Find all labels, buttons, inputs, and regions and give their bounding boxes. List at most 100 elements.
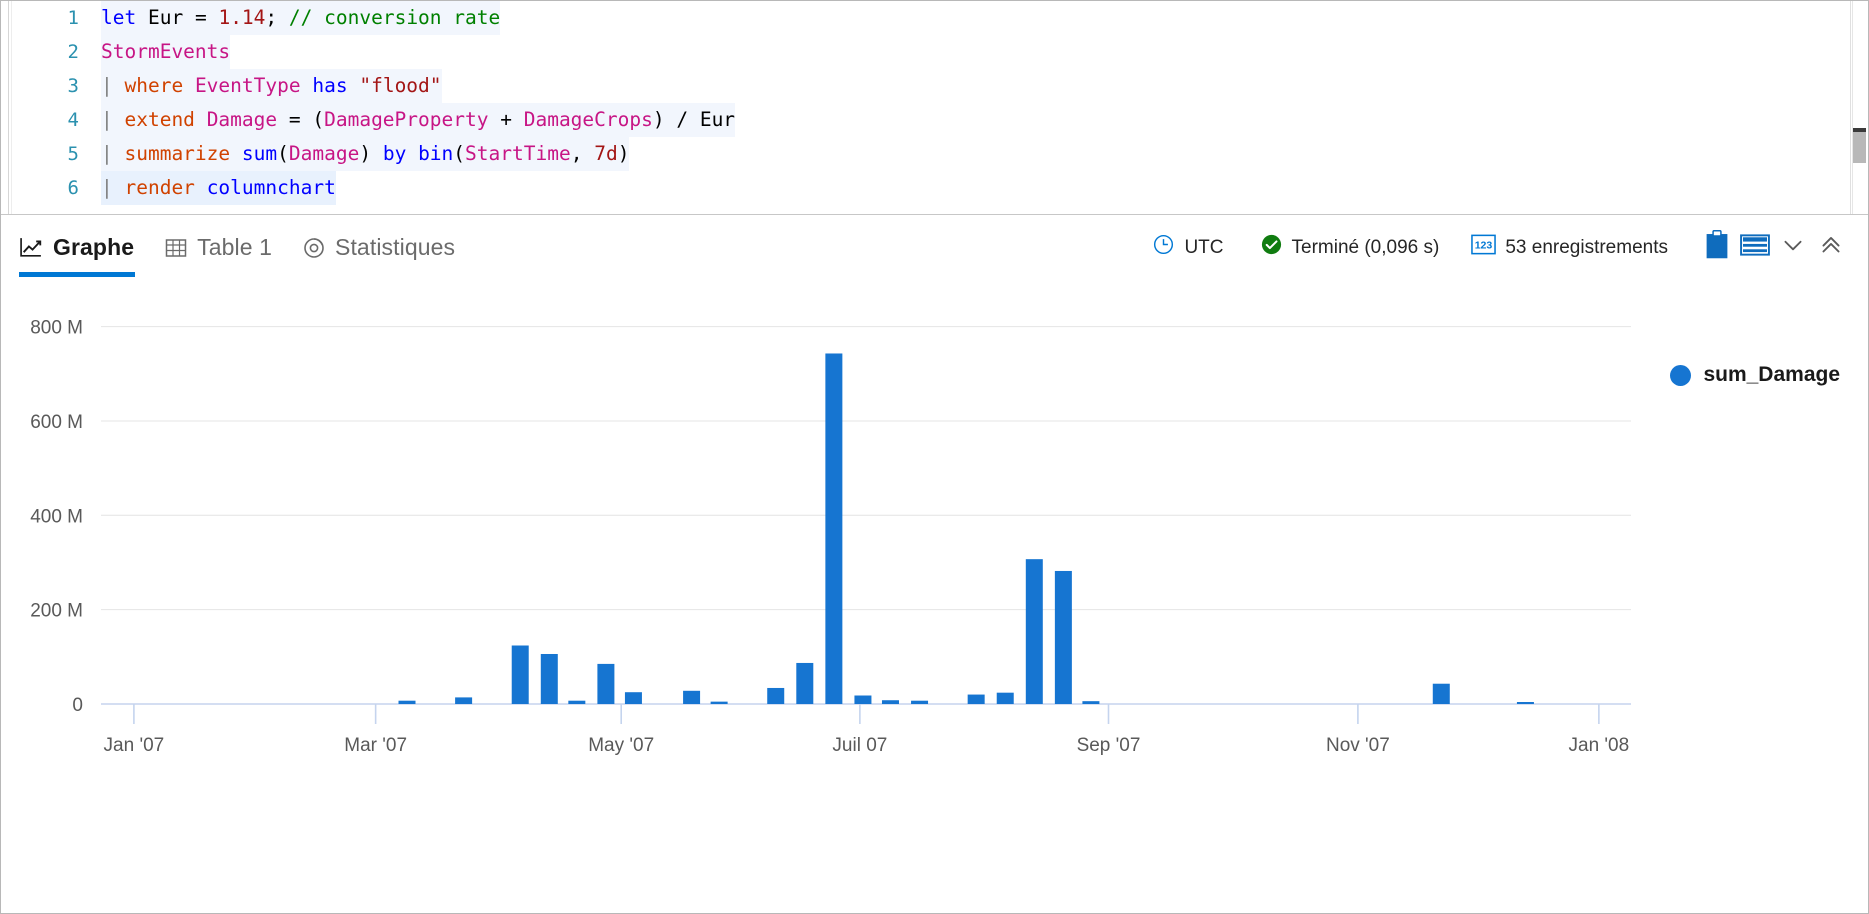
code-token: let xyxy=(101,6,137,29)
code-text: | summarize sum(Damage) by bin(StartTime… xyxy=(101,137,630,171)
line-number: 3 xyxy=(67,75,79,97)
code-lines[interactable]: 1 let Eur = 1.14; // conversion rate 2 Stor… xyxy=(1,1,1868,205)
check-circle-icon xyxy=(1260,233,1283,262)
bar[interactable] xyxy=(1432,683,1450,704)
code-token: 7d xyxy=(594,142,618,165)
bar-series xyxy=(398,353,1534,704)
bar[interactable] xyxy=(455,697,473,704)
y-axis-tick-label: 0 xyxy=(72,695,83,716)
bar[interactable] xyxy=(967,694,985,704)
tab-graphe-label: Graphe xyxy=(53,234,135,260)
bar[interactable] xyxy=(597,663,615,704)
bar[interactable] xyxy=(1054,570,1072,704)
code-token: by xyxy=(382,142,407,165)
bar[interactable] xyxy=(854,695,872,704)
tab-statistiques-label: Statistiques xyxy=(335,234,456,260)
code-token: columnchart xyxy=(206,176,336,199)
code-line[interactable]: 2 StormEvents xyxy=(1,35,1868,69)
code-token: + xyxy=(488,108,524,131)
double-chevron-up-icon xyxy=(1818,232,1844,263)
code-token: Eur xyxy=(147,6,184,29)
bar[interactable] xyxy=(767,687,785,704)
records-label: 53 enregistrements xyxy=(1505,236,1668,258)
completion-label: Terminé (0,096 s) xyxy=(1291,236,1440,258)
records-status: 123 53 enregistrements xyxy=(1471,233,1668,262)
code-token: | xyxy=(101,142,125,165)
bar[interactable] xyxy=(568,700,586,704)
code-line[interactable]: 6 | render columnchart xyxy=(1,171,1868,205)
code-token: where xyxy=(124,74,184,97)
code-token: DamageCrops xyxy=(523,108,653,131)
editor-scrollbar-thumb[interactable] xyxy=(1853,132,1866,163)
bar[interactable] xyxy=(796,662,814,704)
tab-table-1-label: Table 1 xyxy=(197,234,272,260)
bar[interactable] xyxy=(825,353,843,704)
line-number: 2 xyxy=(67,41,79,63)
query-editor[interactable]: 1 let Eur = 1.14; // conversion rate 2 Stor… xyxy=(1,1,1868,215)
bar[interactable] xyxy=(511,645,529,704)
tab-graphe[interactable]: Graphe xyxy=(19,216,134,279)
code-token: "flood" xyxy=(359,74,442,97)
timezone-label: UTC xyxy=(1184,236,1224,258)
code-token: has xyxy=(312,74,348,97)
timezone-status[interactable]: UTC xyxy=(1152,233,1224,262)
table-icon xyxy=(164,236,188,260)
table-layout-button[interactable] xyxy=(1736,229,1774,267)
line-number: 6 xyxy=(67,177,79,199)
svg-text:123: 123 xyxy=(1475,240,1493,252)
code-text: | render columnchart xyxy=(101,171,336,205)
expand-more-button[interactable] xyxy=(1774,229,1812,267)
column-chart[interactable]: 0 200 M 400 M 600 M 800 M Jan '07 Mar '07 May '… xyxy=(1,279,1868,913)
chart-legend[interactable]: sum_Damage xyxy=(1670,363,1840,387)
code-token: ) / xyxy=(652,108,700,131)
code-token: , xyxy=(570,142,595,165)
bar[interactable] xyxy=(398,700,416,704)
editor-minimap-edge xyxy=(1850,1,1851,214)
tab-table-1[interactable]: Table 1 xyxy=(164,216,272,279)
code-token: StormEvents xyxy=(101,40,231,63)
code-line[interactable]: 4 | extend Damage = (DamageProperty + Dam… xyxy=(1,103,1868,137)
code-token: Damage xyxy=(288,142,360,165)
results-status-group: UTC Terminé (0,096 s) 123 53 enregistrem… xyxy=(1152,216,1850,279)
code-token: Damage xyxy=(206,108,278,131)
bar[interactable] xyxy=(1082,701,1100,704)
tab-statistiques[interactable]: Statistiques xyxy=(302,216,455,279)
legend-label: sum_Damage xyxy=(1703,363,1840,386)
bar[interactable] xyxy=(1025,559,1043,704)
bar[interactable] xyxy=(996,692,1014,704)
collapse-button[interactable] xyxy=(1812,229,1850,267)
code-token: 1.14 xyxy=(218,6,266,29)
legend-color-swatch xyxy=(1670,364,1692,386)
code-text: | extend Damage = (DamageProperty + Dama… xyxy=(101,103,736,137)
bar[interactable] xyxy=(624,692,642,704)
y-axis-tick-label: 600 M xyxy=(30,412,83,433)
code-token: render xyxy=(124,176,195,199)
kusto-query-page: 1 let Eur = 1.14; // conversion rate 2 Stor… xyxy=(0,0,1869,914)
editor-scrollbar-track[interactable] xyxy=(1852,1,1868,214)
code-line[interactable]: 3 | where EventType has "flood" xyxy=(1,69,1868,103)
y-axis-tick-label: 200 M xyxy=(30,601,83,622)
line-number: 4 xyxy=(67,109,79,131)
clipboard-button[interactable] xyxy=(1698,229,1736,267)
bar[interactable] xyxy=(710,701,728,704)
x-axis-tick-label: Mar '07 xyxy=(344,735,407,756)
bar[interactable] xyxy=(683,690,701,704)
results-tabs: Graphe Table 1 Statistiques xyxy=(19,216,455,279)
bar[interactable] xyxy=(911,700,929,704)
bar[interactable] xyxy=(881,700,899,704)
results-toolbar: Graphe Table 1 Statistiques UTC Terminé … xyxy=(1,216,1868,279)
bar[interactable] xyxy=(1516,702,1534,704)
code-token: ; xyxy=(265,6,278,29)
code-line[interactable]: 1 let Eur = 1.14; // conversion rate xyxy=(1,1,1868,35)
code-token: ) xyxy=(617,142,630,165)
code-token: StartTime xyxy=(465,142,571,165)
code-line[interactable]: 5 | summarize sum(Damage) by bin(StartTim… xyxy=(1,137,1868,171)
clock-icon xyxy=(1152,233,1175,262)
y-axis-tick-label: 400 M xyxy=(30,506,83,527)
bar[interactable] xyxy=(540,653,558,704)
